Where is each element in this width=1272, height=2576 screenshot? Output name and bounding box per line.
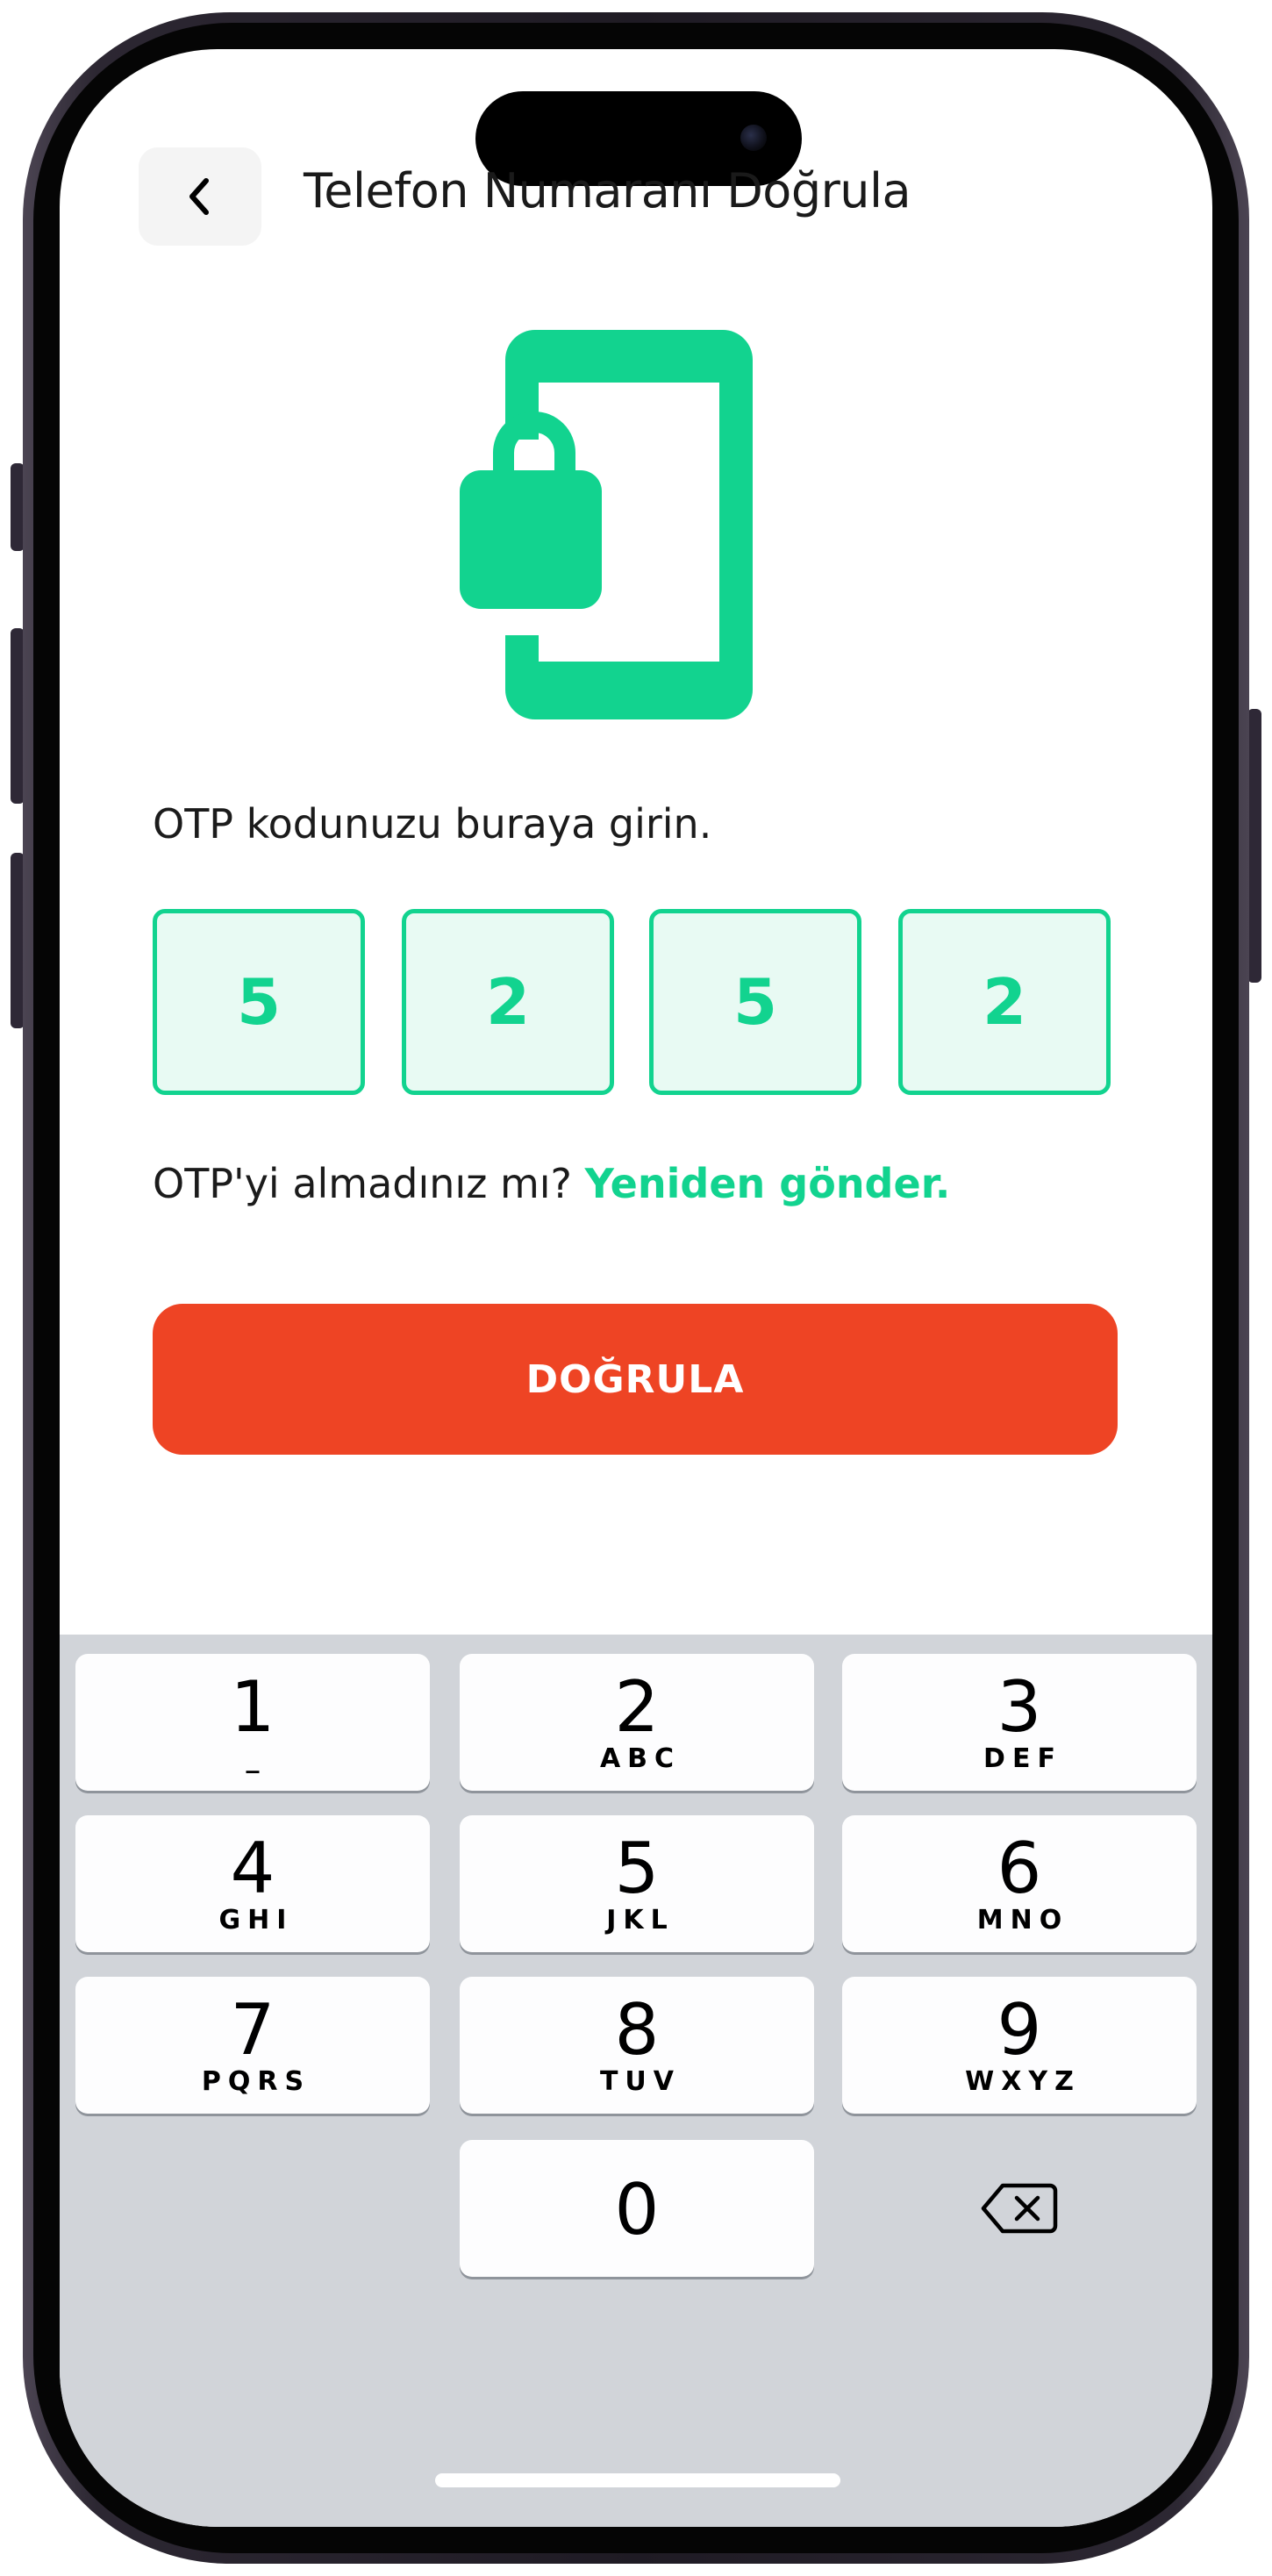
key-4[interactable]: 4 GHI <box>75 1815 430 1952</box>
key-8[interactable]: 8 TUV <box>460 1977 814 2114</box>
resend-line: OTP'yi almadınız mı? Yeniden gönder. <box>153 1160 950 1207</box>
key-1[interactable]: 1 _ <box>75 1654 430 1791</box>
key-digit: 0 <box>614 2169 660 2250</box>
backspace-icon <box>981 2183 1058 2234</box>
key-digit: 9 <box>997 1989 1042 2071</box>
screen: Telefon Numaranı Doğrula OTP kodunuzu bu… <box>60 49 1212 2527</box>
key-digit: 7 <box>230 1989 275 2071</box>
key-9[interactable]: 9 WXYZ <box>842 1977 1197 2114</box>
numeric-keypad: 1 _ 2 ABC 3 DEF 4 GHI 5 JKL 6 MNO 7 PQRS… <box>60 1635 1212 2527</box>
otp-digit-3[interactable]: 5 <box>649 909 861 1095</box>
chevron-left-icon <box>189 178 209 215</box>
resend-question: OTP'yi almadınız mı? <box>153 1160 572 1207</box>
key-letters: WXYZ <box>965 2066 1081 2097</box>
key-7[interactable]: 7 PQRS <box>75 1977 430 2114</box>
key-5[interactable]: 5 JKL <box>460 1815 814 1952</box>
key-digit: 5 <box>614 1828 660 1909</box>
key-digit: 2 <box>614 1666 660 1748</box>
key-letters: TUV <box>599 2066 682 2097</box>
otp-prompt: OTP kodunuzu buraya girin. <box>153 800 712 848</box>
otp-digit-1[interactable]: 5 <box>153 909 365 1095</box>
power-button <box>1247 709 1261 983</box>
key-letters: JKL <box>606 1905 675 1936</box>
key-letters: _ <box>246 1743 267 1774</box>
page-title: Telefon Numaranı Doğrula <box>304 163 911 218</box>
key-digit: 1 <box>230 1666 275 1748</box>
delete-key[interactable] <box>842 2140 1197 2277</box>
key-digit: 3 <box>997 1666 1042 1748</box>
key-digit: 6 <box>997 1828 1042 1909</box>
key-digit: 8 <box>614 1989 660 2071</box>
verify-button[interactable]: DOĞRULA <box>153 1304 1118 1455</box>
key-6[interactable]: 6 MNO <box>842 1815 1197 1952</box>
key-2[interactable]: 2 ABC <box>460 1654 814 1791</box>
front-camera <box>740 125 767 151</box>
otp-digit-2[interactable]: 2 <box>402 909 614 1095</box>
otp-digit-4[interactable]: 2 <box>898 909 1111 1095</box>
key-letters: GHI <box>218 1905 294 1936</box>
key-0[interactable]: 0 <box>460 2140 814 2277</box>
phone-lock-icon <box>460 330 753 719</box>
key-digit: 4 <box>230 1828 275 1909</box>
key-letters: ABC <box>599 1743 682 1774</box>
resend-link[interactable]: Yeniden gönder. <box>585 1160 951 1207</box>
key-letters: MNO <box>976 1905 1069 1936</box>
key-letters: DEF <box>983 1743 1062 1774</box>
key-3[interactable]: 3 DEF <box>842 1654 1197 1791</box>
key-letters: PQRS <box>201 2066 311 2097</box>
back-button[interactable] <box>139 147 261 246</box>
otp-input-group: 5 2 5 2 <box>153 909 1118 1102</box>
home-indicator[interactable] <box>435 2473 840 2487</box>
